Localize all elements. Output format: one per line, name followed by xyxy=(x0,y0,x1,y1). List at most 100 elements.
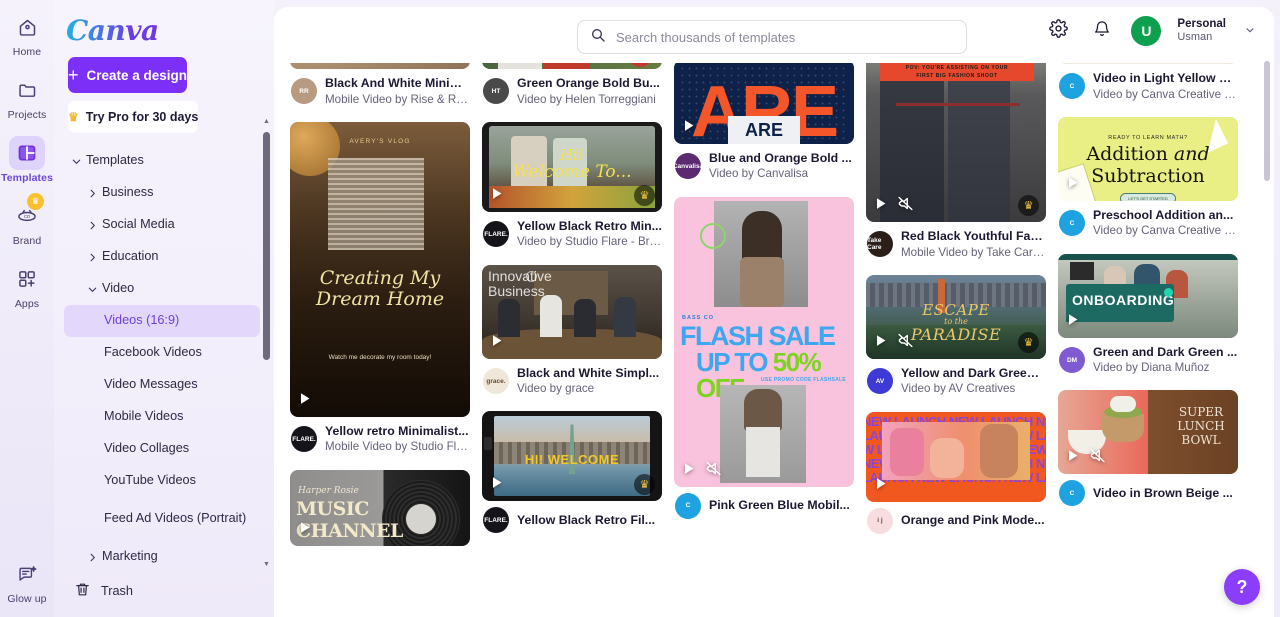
template-card[interactable]: Innovative Business grace. Black and White… xyxy=(482,264,662,398)
template-thumbnail[interactable]: ONBOARDING xyxy=(1058,253,1238,338)
sidebar-item-video[interactable]: Video xyxy=(64,273,260,305)
thumbnail-controls[interactable] xyxy=(488,185,505,207)
template-card[interactable]: BASS CO FLASH SALE UP TO 50% OFF USE PRO… xyxy=(674,196,854,519)
template-thumbnail[interactable]: HI! WELCOME ♛ xyxy=(482,411,662,502)
thumbnail-controls[interactable] xyxy=(680,460,722,482)
rail-item-templates[interactable]: Templates xyxy=(1,136,53,184)
play-icon[interactable] xyxy=(488,332,505,354)
settings-button[interactable] xyxy=(1043,16,1073,46)
help-button[interactable]: ? xyxy=(1224,569,1260,605)
thumbnail-controls[interactable] xyxy=(1064,447,1106,469)
rail-item-home[interactable]: Home xyxy=(1,10,53,58)
thumbnail-controls[interactable] xyxy=(680,117,697,139)
template-thumbnail[interactable]: NEW LAUNCH NEW LAUNCH NEW LAU LAUNCH NEW… xyxy=(866,411,1046,502)
template-thumbnail[interactable]: SUPER LUNCH BOWL xyxy=(1058,390,1238,475)
author-avatar[interactable]: C xyxy=(1059,480,1085,507)
author-avatar[interactable]: C xyxy=(675,492,701,519)
play-icon[interactable] xyxy=(296,519,313,541)
chevron-right-icon[interactable] xyxy=(82,552,102,563)
author-avatar[interactable]: FLARE. xyxy=(483,507,509,534)
sidebar-item-youtube-videos[interactable]: YouTube Videos xyxy=(64,465,260,497)
sidebar-item-mobile-videos[interactable]: Mobile Videos xyxy=(64,401,260,433)
rail-item-apps[interactable]: Apps xyxy=(1,262,53,310)
template-card[interactable]: NEW LAUNCH NEW LAUNCH NEW LAU LAUNCH NEW… xyxy=(866,411,1046,534)
template-thumbnail[interactable]: ESCAPE to the PARADISE ♛ xyxy=(866,274,1046,359)
create-a-design-button[interactable]: + Create a design xyxy=(68,57,188,93)
thumbnail-controls[interactable] xyxy=(296,519,313,541)
template-card[interactable]: Harper Rosie MUSIC CHANNEL xyxy=(290,469,470,546)
template-card[interactable]: READY TO LEARN MATH? Addition and Subtra… xyxy=(1058,116,1238,240)
rail-item-glow-up[interactable]: Glow up xyxy=(1,557,53,605)
author-avatar[interactable]: FLARE. xyxy=(483,221,509,248)
sidebar-item-videos-16-9[interactable]: Videos (16:9) xyxy=(64,305,260,337)
author-avatar[interactable]: FLARE. xyxy=(291,426,317,453)
rail-item-projects[interactable]: Projects xyxy=(1,73,53,121)
scroll-down-arrow[interactable]: ▼ xyxy=(263,561,270,568)
template-thumbnail[interactable]: ARE ARE xyxy=(674,59,854,144)
template-card[interactable]: ONBOARDING DM Green and Dark Green ... Vid… xyxy=(1058,253,1238,377)
thumbnail-controls[interactable] xyxy=(872,475,889,497)
chevron-right-icon[interactable] xyxy=(82,220,102,231)
sidebar-item-social-media[interactable]: Social Media xyxy=(64,209,260,241)
thumbnail-controls[interactable] xyxy=(1064,311,1081,333)
account-switcher[interactable]: Personal Usman xyxy=(1177,17,1226,45)
sidebar-item-trash[interactable]: Trash xyxy=(54,581,274,601)
sidebar-item-video-messages[interactable]: Video Messages xyxy=(64,369,260,401)
sidebar-item-business[interactable]: Business xyxy=(64,177,260,209)
notifications-button[interactable] xyxy=(1087,16,1117,46)
sidebar-item-marketing[interactable]: Marketing xyxy=(64,541,260,565)
thumbnail-controls[interactable] xyxy=(488,474,505,496)
author-avatar[interactable]: HT xyxy=(483,78,509,105)
sidebar-scrollbar[interactable]: ▲ ▼ xyxy=(261,118,271,568)
thumbnail-controls[interactable] xyxy=(296,390,313,412)
author-avatar[interactable]: C xyxy=(1059,73,1085,100)
mute-icon[interactable] xyxy=(705,460,722,482)
play-icon[interactable] xyxy=(296,390,313,412)
chevron-down-icon[interactable] xyxy=(66,156,86,167)
author-avatar[interactable]: AV xyxy=(867,368,893,395)
template-thumbnail[interactable]: Hi! Welcome To... ♛ xyxy=(482,121,662,212)
try-pro-button[interactable]: ♛ Try Pro for 30 days xyxy=(68,101,199,133)
author-avatar[interactable]: DM xyxy=(1059,347,1085,374)
sidebar-scroll-thumb[interactable] xyxy=(263,132,270,360)
template-thumbnail[interactable]: AVERY'S VLOG Creating My Dream Home Watch… xyxy=(290,121,470,417)
chevron-down-icon[interactable] xyxy=(82,284,102,295)
thumbnail-controls[interactable] xyxy=(1064,174,1081,196)
canva-logo[interactable]: Canva xyxy=(54,0,159,47)
rail-item-brand[interactable]: co ♛ Brand xyxy=(1,193,53,247)
author-avatar[interactable]: Take Care xyxy=(867,231,893,258)
thumbnail-controls[interactable] xyxy=(872,332,914,354)
play-icon[interactable] xyxy=(680,460,697,482)
author-avatar[interactable]: i j xyxy=(867,507,893,534)
search-input[interactable] xyxy=(616,29,946,45)
chevron-down-icon[interactable] xyxy=(1244,24,1256,39)
play-icon[interactable] xyxy=(680,117,697,139)
sidebar-item-video-collages[interactable]: Video Collages xyxy=(64,433,260,465)
template-card[interactable]: ARE ARE Canvalisa Blue and Orange Bold ...… xyxy=(674,59,854,183)
template-thumbnail[interactable]: Harper Rosie MUSIC CHANNEL xyxy=(290,469,470,546)
play-icon[interactable] xyxy=(1064,174,1081,196)
main-scroll-thumb[interactable] xyxy=(1264,61,1270,181)
mute-icon[interactable] xyxy=(897,332,914,354)
thumbnail-controls[interactable] xyxy=(488,332,505,354)
sidebar-item-feed-ad-videos-portrait[interactable]: Feed Ad Videos (Portrait) xyxy=(64,497,260,541)
mute-icon[interactable] xyxy=(897,195,914,217)
author-avatar[interactable]: Canvalisa xyxy=(675,153,701,180)
play-icon[interactable] xyxy=(488,474,505,496)
avatar[interactable]: U xyxy=(1131,16,1162,46)
mute-icon[interactable] xyxy=(1089,447,1106,469)
search-bar[interactable] xyxy=(577,20,967,54)
scroll-up-arrow[interactable]: ▲ xyxy=(263,118,270,125)
template-card[interactable]: Hi! Welcome To... ♛ FLARE. Yellow Black Re… xyxy=(482,121,662,251)
template-card[interactable]: AVERY'S VLOG Creating My Dream Home Watch… xyxy=(290,121,470,456)
play-icon[interactable] xyxy=(872,332,889,354)
play-icon[interactable] xyxy=(872,475,889,497)
play-icon[interactable] xyxy=(872,195,889,217)
play-icon[interactable] xyxy=(1064,311,1081,333)
template-thumbnail[interactable]: BASS CO FLASH SALE UP TO 50% OFF USE PRO… xyxy=(674,196,854,487)
author-avatar[interactable]: RR xyxy=(291,78,317,105)
template-thumbnail[interactable]: Innovative Business xyxy=(482,264,662,359)
template-card[interactable]: HI! WELCOME ♛ FLARE. Yellow Black Retro Fi… xyxy=(482,411,662,534)
sidebar-item-education[interactable]: Education xyxy=(64,241,260,273)
template-card[interactable]: ESCAPE to the PARADISE ♛ AV Yellow and Dark… xyxy=(866,274,1046,398)
